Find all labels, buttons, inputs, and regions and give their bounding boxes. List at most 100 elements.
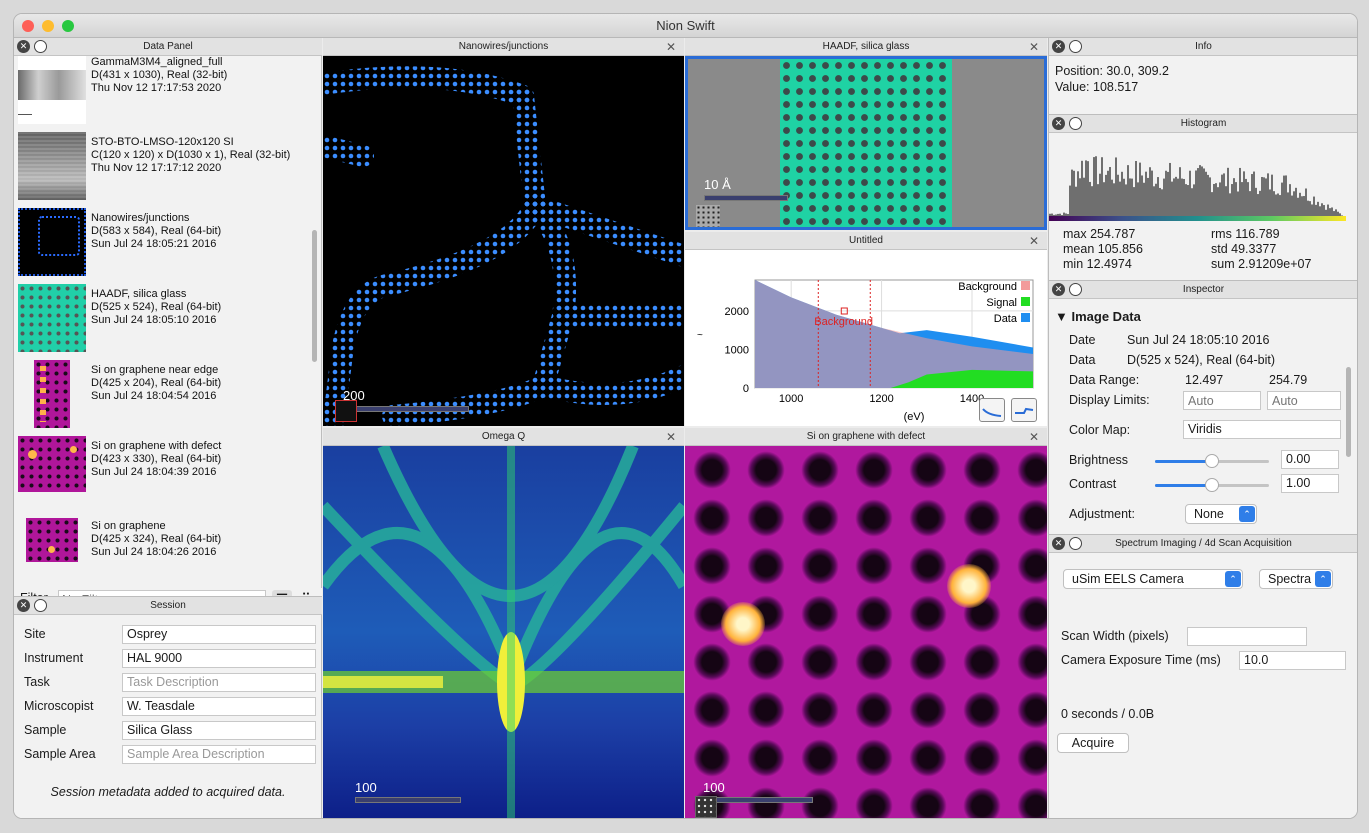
display-untitled[interactable]: Background 1000 1200 1400 0 1000 2000 (eV) ~ Back…	[685, 250, 1047, 426]
inspector-panel: ✕ Inspector ▼ Image Data Date Sun Jul 24…	[1048, 280, 1357, 534]
float-panel-icon[interactable]	[1069, 117, 1082, 130]
histogram-bar	[1221, 174, 1223, 218]
scan-width-input[interactable]	[1187, 627, 1307, 646]
adjustment-select[interactable]: None ⌃	[1185, 504, 1257, 524]
float-panel-icon[interactable]	[34, 599, 47, 612]
color-map-field[interactable]: Viridis	[1183, 420, 1341, 439]
scale-label: 10 Å	[704, 177, 731, 192]
contrast-slider[interactable]	[1155, 478, 1269, 492]
data-item-date: Sun Jul 24 18:04:54 2016	[91, 390, 217, 402]
minimize-window-button[interactable]	[42, 20, 54, 32]
float-panel-icon[interactable]	[1069, 537, 1082, 550]
histogram-bar	[1269, 189, 1271, 218]
scale-bar	[343, 406, 469, 412]
close-icon[interactable]: ✕	[17, 599, 30, 612]
close-icon[interactable]: ✕	[1029, 428, 1039, 446]
float-panel-icon[interactable]	[1069, 283, 1082, 296]
histogram-bar	[1071, 169, 1073, 218]
histogram-bar	[1295, 187, 1297, 218]
histogram-bar	[1101, 157, 1103, 218]
contrast-value[interactable]: 1.00	[1281, 474, 1339, 493]
close-icon[interactable]: ✕	[1052, 283, 1065, 296]
brightness-value[interactable]: 0.00	[1281, 450, 1339, 469]
exposure-input[interactable]: 10.0	[1239, 651, 1346, 670]
inspector-scrollbar[interactable]	[1346, 367, 1351, 457]
histogram-bar	[1143, 182, 1145, 218]
data-item[interactable]: STO-BTO-LMSO-120x120 SI C(120 x 120) x D…	[14, 132, 314, 208]
close-icon[interactable]: ✕	[1029, 232, 1039, 250]
inspector-section-header[interactable]: ▼ Image Data	[1055, 309, 1141, 324]
session-field-input[interactable]: W. Teasdale	[122, 697, 316, 716]
close-icon[interactable]: ✕	[1029, 38, 1039, 56]
data-item-date: Sun Jul 24 18:05:10 2016	[91, 314, 217, 326]
brightness-label: Brightness	[1069, 453, 1129, 467]
data-item-name: Si on graphene near edge	[91, 364, 219, 376]
float-panel-icon[interactable]	[1069, 40, 1082, 53]
data-range-max: 254.79	[1269, 373, 1308, 387]
histogram-bar	[1139, 162, 1141, 218]
interval-label: Background	[814, 316, 873, 328]
brightness-slider[interactable]	[1155, 454, 1269, 468]
close-icon[interactable]: ✕	[666, 428, 676, 446]
close-icon[interactable]: ✕	[1052, 40, 1065, 53]
disclosure-triangle-icon[interactable]: ▼	[1055, 309, 1068, 324]
display-omega[interactable]: 100	[323, 446, 684, 818]
close-icon[interactable]: ✕	[1052, 537, 1065, 550]
date-label: Date	[1069, 333, 1096, 347]
data-panel-scrollbar[interactable]	[312, 230, 317, 362]
data-item[interactable]: HAADF, silica glass D(525 x 524), Real (…	[14, 284, 314, 360]
display-limit-high-input[interactable]	[1267, 391, 1341, 410]
session-note: Session metadata added to acquired data.	[50, 785, 286, 799]
session-field-input[interactable]: Osprey	[122, 625, 316, 644]
histogram-bar	[1207, 174, 1209, 218]
session-field-input[interactable]: Task Description	[122, 673, 316, 692]
display-limit-low-input[interactable]	[1183, 391, 1261, 410]
histogram-bar	[1199, 165, 1201, 218]
thumbnail-overlay-icon	[696, 205, 720, 227]
data-item-thumbnail	[18, 208, 86, 276]
data-item[interactable]: Si on graphene with defect D(423 x 330),…	[14, 436, 314, 512]
float-panel-icon[interactable]	[34, 40, 47, 53]
close-window-button[interactable]	[22, 20, 34, 32]
mode-select[interactable]: Spectra ⌃	[1259, 569, 1333, 589]
data-item-thumbnail	[18, 284, 86, 352]
display-haadf[interactable]: 10 Å	[685, 56, 1047, 230]
histogram-bar	[1155, 183, 1157, 218]
data-item[interactable]: Si on graphene near edge D(425 x 204), R…	[14, 360, 314, 436]
histogram-bar	[1303, 196, 1305, 218]
histogram-plot	[1049, 156, 1345, 218]
session-field-input[interactable]: Sample Area Description	[122, 745, 316, 764]
log-scale-icon[interactable]	[979, 398, 1005, 422]
histogram-bar	[1151, 170, 1153, 218]
data-item-name: Si on graphene with defect	[91, 440, 222, 452]
acquire-button[interactable]: Acquire	[1057, 733, 1129, 753]
haadf-image	[780, 59, 952, 227]
session-field-input[interactable]: Silica Glass	[122, 721, 316, 740]
histogram-bar	[1181, 178, 1183, 218]
close-icon[interactable]: ✕	[1052, 117, 1065, 130]
data-item[interactable]: GammaM3M4_aligned_full D(431 x 1030), Re…	[14, 56, 314, 132]
session-field-label: Task	[24, 675, 50, 689]
histogram-bar	[1121, 171, 1123, 218]
histogram-bar	[1191, 188, 1193, 218]
slider-knob[interactable]	[1205, 454, 1219, 468]
data-item[interactable]: Si on graphene D(425 x 324), Real (64-bi…	[14, 512, 314, 588]
spectrum-panel-header: ✕ Spectrum Imaging / 4d Scan Acquisition	[1049, 535, 1357, 553]
close-icon[interactable]: ✕	[17, 40, 30, 53]
display-defect[interactable]: 100	[685, 446, 1047, 818]
session-field-input[interactable]: HAL 9000	[122, 649, 316, 668]
histogram-bar	[1275, 194, 1277, 218]
close-icon[interactable]: ✕	[666, 38, 676, 56]
display-nanowires[interactable]: 200	[323, 56, 684, 426]
display-title: Omega Q	[481, 431, 526, 442]
histogram-bar	[1119, 181, 1121, 218]
chevron-updown-icon: ⌃	[1315, 571, 1331, 587]
scale-label: 100	[703, 780, 725, 795]
linear-scale-icon[interactable]	[1011, 398, 1037, 422]
zoom-window-button[interactable]	[62, 20, 74, 32]
slider-knob[interactable]	[1205, 478, 1219, 492]
histogram-bar	[1265, 178, 1267, 218]
data-item[interactable]: Nanowires/junctions D(583 x 584), Real (…	[14, 208, 314, 284]
info-position: Position: 30.0, 309.2	[1055, 64, 1169, 78]
camera-select[interactable]: uSim EELS Camera ⌃	[1063, 569, 1243, 589]
